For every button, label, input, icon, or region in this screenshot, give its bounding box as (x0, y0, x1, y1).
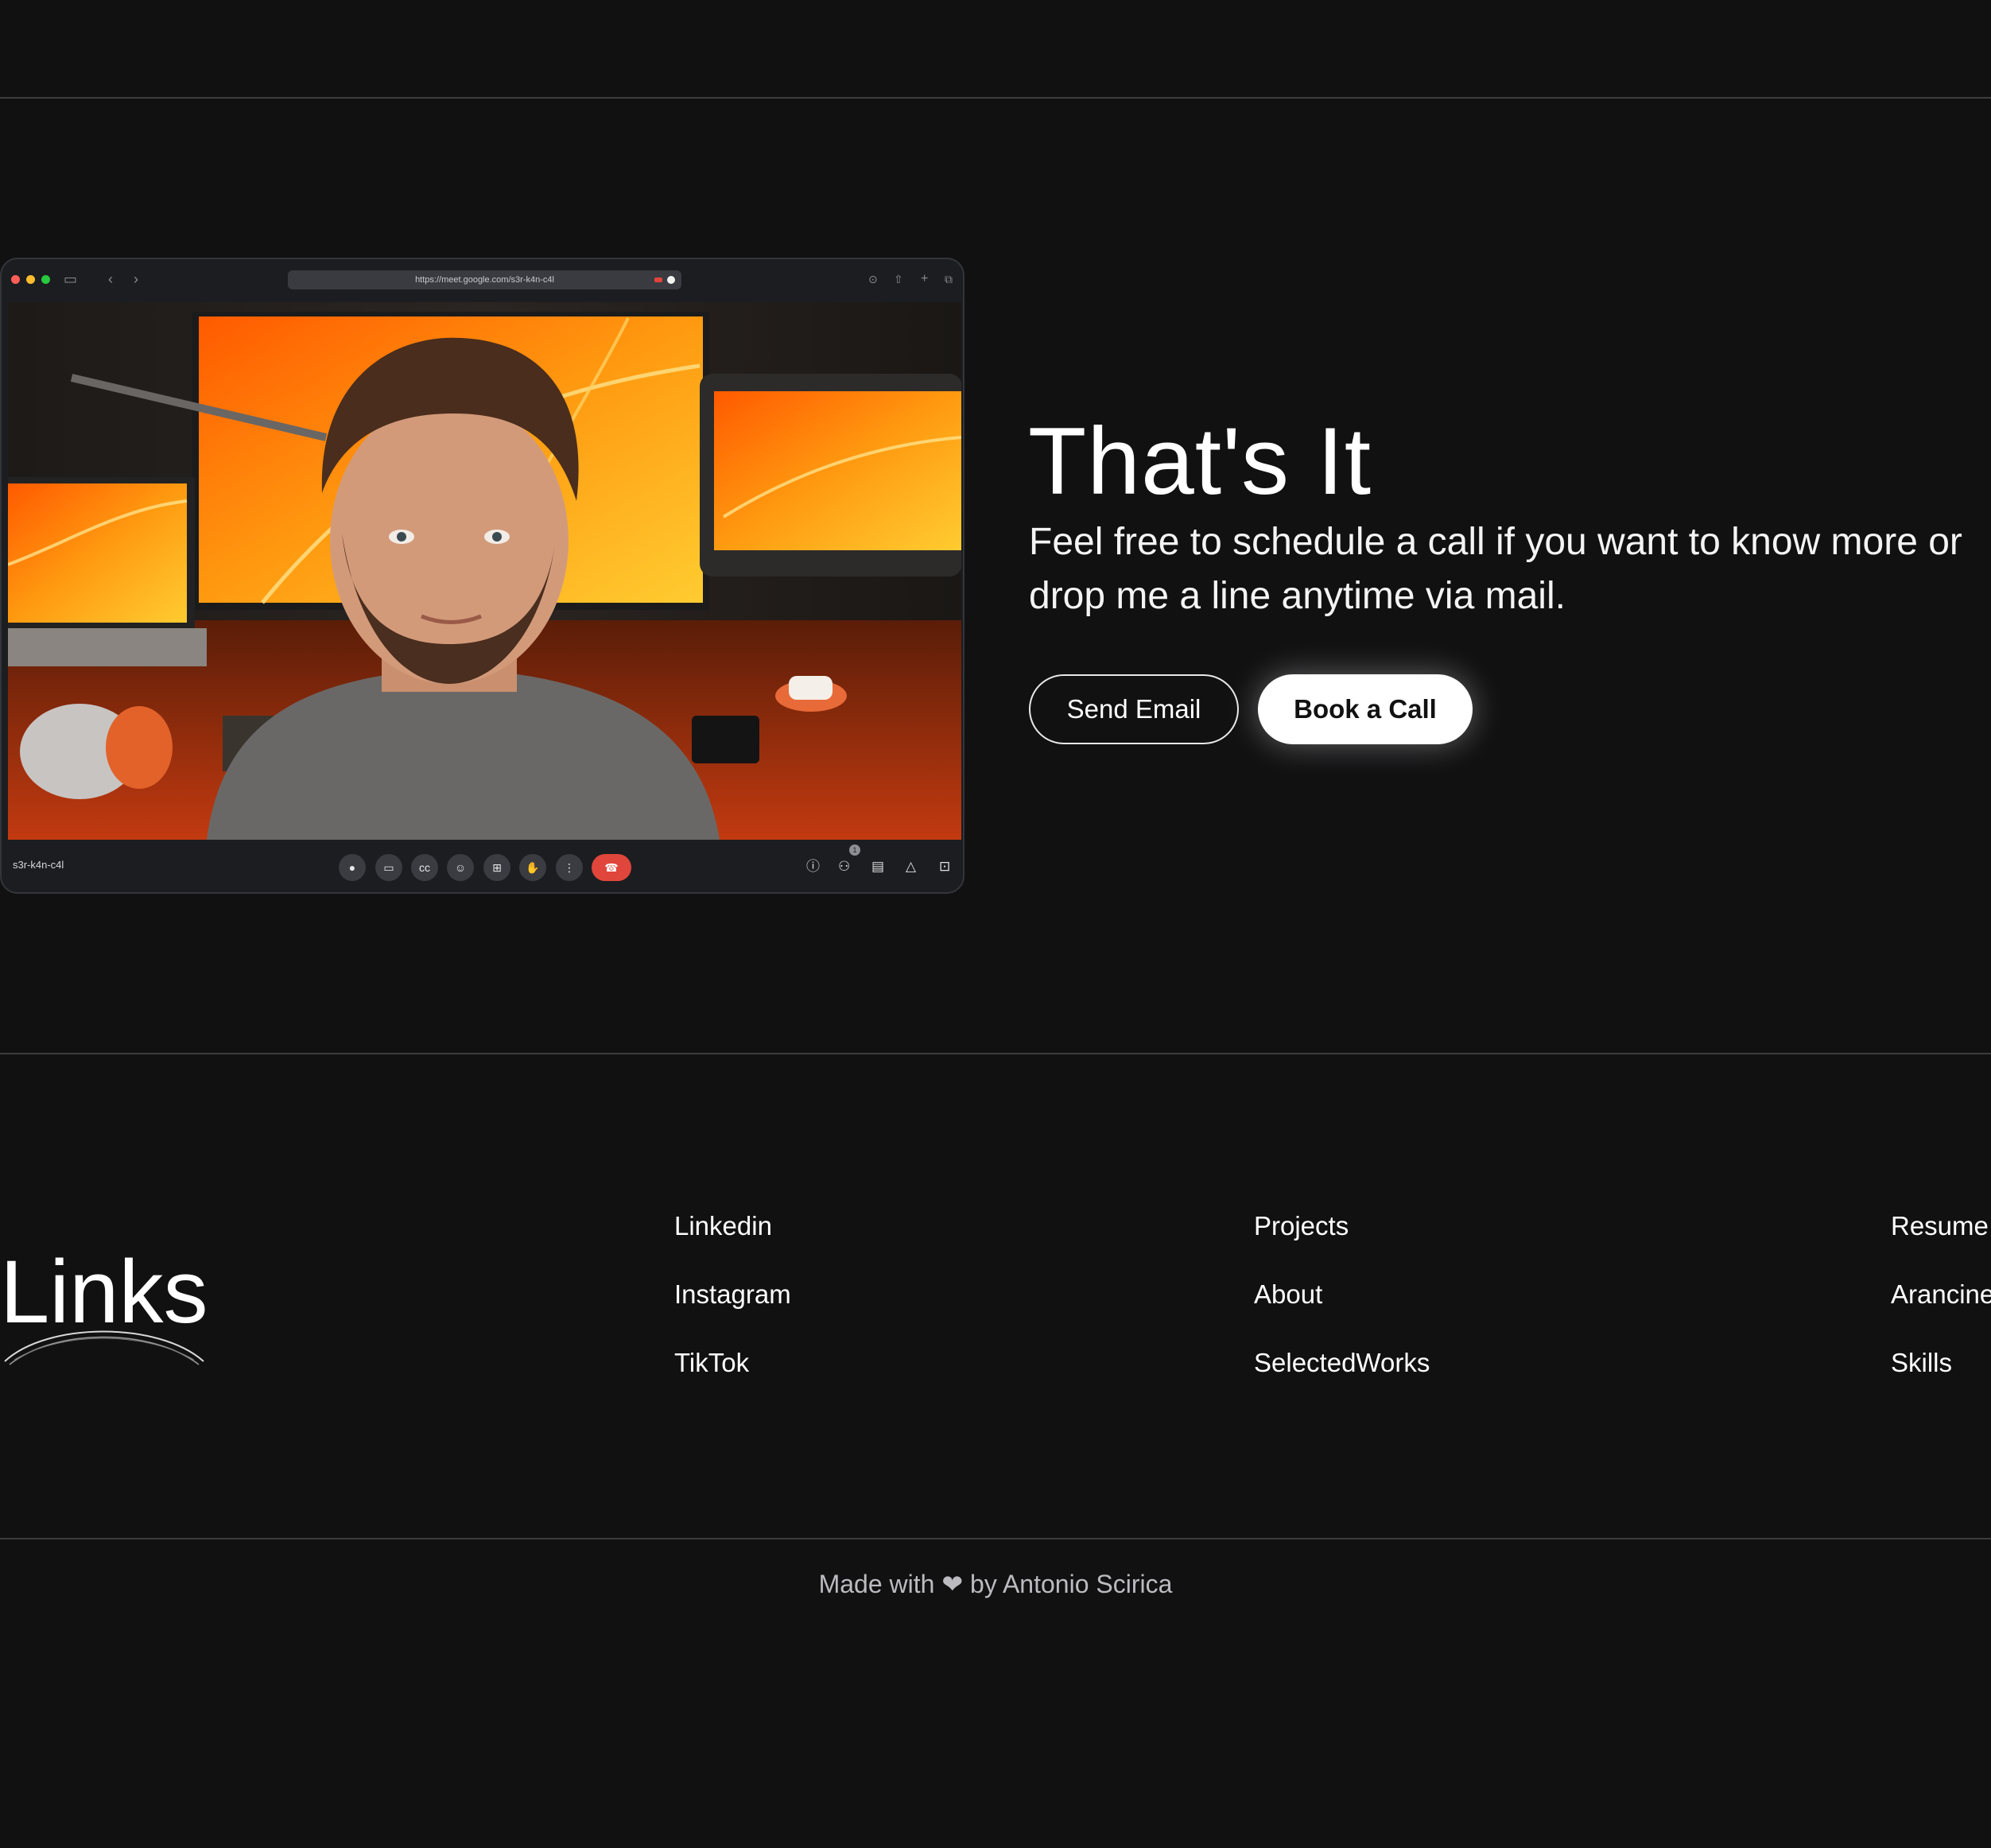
book-call-button[interactable]: Book a Call (1258, 674, 1473, 744)
chat-icon: ▤ (871, 859, 885, 874)
link-resume[interactable]: Resume (1891, 1210, 1989, 1242)
cta-title: That's It (1028, 408, 1372, 514)
activities-icon: △ (906, 859, 917, 874)
forward-icon: › (134, 271, 138, 287)
cta-description: Feel free to schedule a call if you want… (1029, 521, 1962, 617)
people-icon: ⚇ (838, 859, 851, 874)
link-tiktok[interactable]: TikTok (674, 1347, 749, 1379)
link-instagram[interactable]: Instagram (674, 1279, 791, 1310)
link-about[interactable]: About (1254, 1279, 1322, 1310)
share-icon: ⇧ (894, 273, 903, 285)
window-close-dot (11, 275, 20, 284)
meeting-code: s3r-k4n-c4l (13, 859, 64, 871)
link-skills[interactable]: Skills (1891, 1347, 1952, 1379)
window-minimize-dot (26, 275, 35, 284)
participants-badge: 1 (849, 844, 860, 856)
end-call-icon: ☎ (592, 854, 631, 881)
host-controls-icon: ⊡ (939, 859, 951, 874)
top-divider (0, 97, 1991, 99)
camera-icon: ▭ (375, 854, 402, 881)
send-email-button[interactable]: Send Email (1029, 674, 1239, 744)
section-divider (0, 1053, 1991, 1054)
tabs-icon: ⧉ (945, 273, 953, 285)
link-projects[interactable]: Projects (1254, 1210, 1349, 1242)
new-tab-icon: + (921, 272, 929, 285)
video-call-window: ▭ ‹ › https://meet.google.com/s3r-k4n-c4… (0, 258, 964, 894)
footer-divider (0, 1538, 1991, 1539)
record-dot-icon (667, 276, 675, 284)
sidebar-icon: ▭ (64, 271, 78, 287)
video-feed (8, 302, 961, 840)
mic-icon: ● (339, 854, 366, 881)
footer-credit: Made with ❤ by Antonio Scirica (818, 1570, 1173, 1598)
more-options-icon: ⋮ (556, 854, 583, 881)
address-bar: https://meet.google.com/s3r-k4n-c4l (288, 270, 681, 289)
download-icon: ⊙ (868, 273, 878, 285)
info-icon: ⓘ (806, 859, 820, 874)
present-icon: ⊞ (483, 854, 510, 881)
window-zoom-dot (41, 275, 50, 284)
meet-control-bar: s3r-k4n-c4l ● ▭ cc ☺ ⊞ ✋ ⋮ ☎ ⓘ ⚇ 1 ▤ △ ⊡ (2, 841, 963, 892)
emoji-icon: ☺ (447, 854, 474, 881)
browser-toolbar: ▭ ‹ › https://meet.google.com/s3r-k4n-c4… (2, 259, 963, 301)
link-arancine[interactable]: Arancine (1891, 1279, 1991, 1310)
recording-icon (654, 278, 662, 282)
back-icon: ‹ (108, 271, 113, 287)
link-linkedin[interactable]: Linkedin (674, 1210, 772, 1242)
raise-hand-icon: ✋ (519, 854, 546, 881)
links-underline-arc (4, 1330, 204, 1365)
link-selected-works[interactable]: SelectedWorks (1254, 1347, 1430, 1379)
url-text: https://meet.google.com/s3r-k4n-c4l (415, 275, 554, 285)
captions-icon: cc (411, 854, 438, 881)
